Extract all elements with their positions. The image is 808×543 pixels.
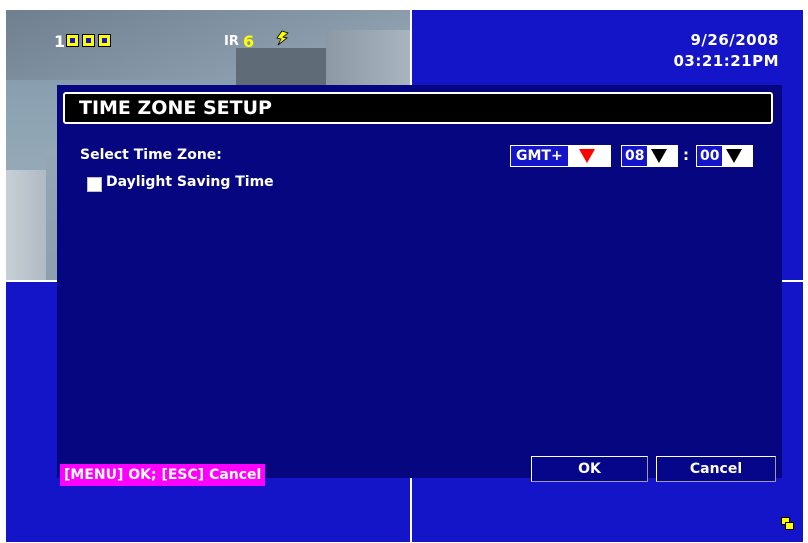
dropdown-arrow-icon[interactable] <box>651 149 668 163</box>
ok-button[interactable]: OK <box>531 456 648 482</box>
osd-time: 03:21:21PM <box>673 52 779 70</box>
sequence-icon <box>781 517 794 530</box>
ir-number: 6 <box>243 32 255 51</box>
dropdown-arrow-icon[interactable] <box>726 149 743 163</box>
gmt-offset-select[interactable]: GMT+ <box>510 145 611 167</box>
cancel-button[interactable]: Cancel <box>656 456 776 482</box>
osd-date: 9/26/2008 <box>690 31 779 49</box>
daylight-saving-checkbox[interactable] <box>87 177 102 192</box>
minute-value: 00 <box>697 146 723 166</box>
motion-icon <box>274 30 290 51</box>
camera-status-icon <box>66 34 111 47</box>
hour-select[interactable]: 08 <box>621 145 678 167</box>
dropdown-arrow-icon[interactable] <box>578 149 595 163</box>
dialog-title: TIME ZONE SETUP <box>63 92 773 124</box>
daylight-saving-label[interactable]: Daylight Saving Time <box>106 174 274 190</box>
ir-label: IR <box>224 34 239 49</box>
select-time-zone-label: Select Time Zone: <box>80 147 222 163</box>
time-zone-dialog: TIME ZONE SETUP Select Time Zone: GMT+ 0… <box>57 85 782 486</box>
key-hint: [MENU] OK; [ESC] Cancel <box>60 464 266 486</box>
hour-value: 08 <box>622 146 648 166</box>
dvr-screen: 1 IR 6 9/26/2008 03:21:21PM TIME ZONE SE… <box>6 10 803 542</box>
time-separator: : <box>683 146 689 164</box>
gmt-offset-value: GMT+ <box>511 146 568 166</box>
minute-select[interactable]: 00 <box>696 145 753 167</box>
channel-number: 1 <box>54 32 66 51</box>
